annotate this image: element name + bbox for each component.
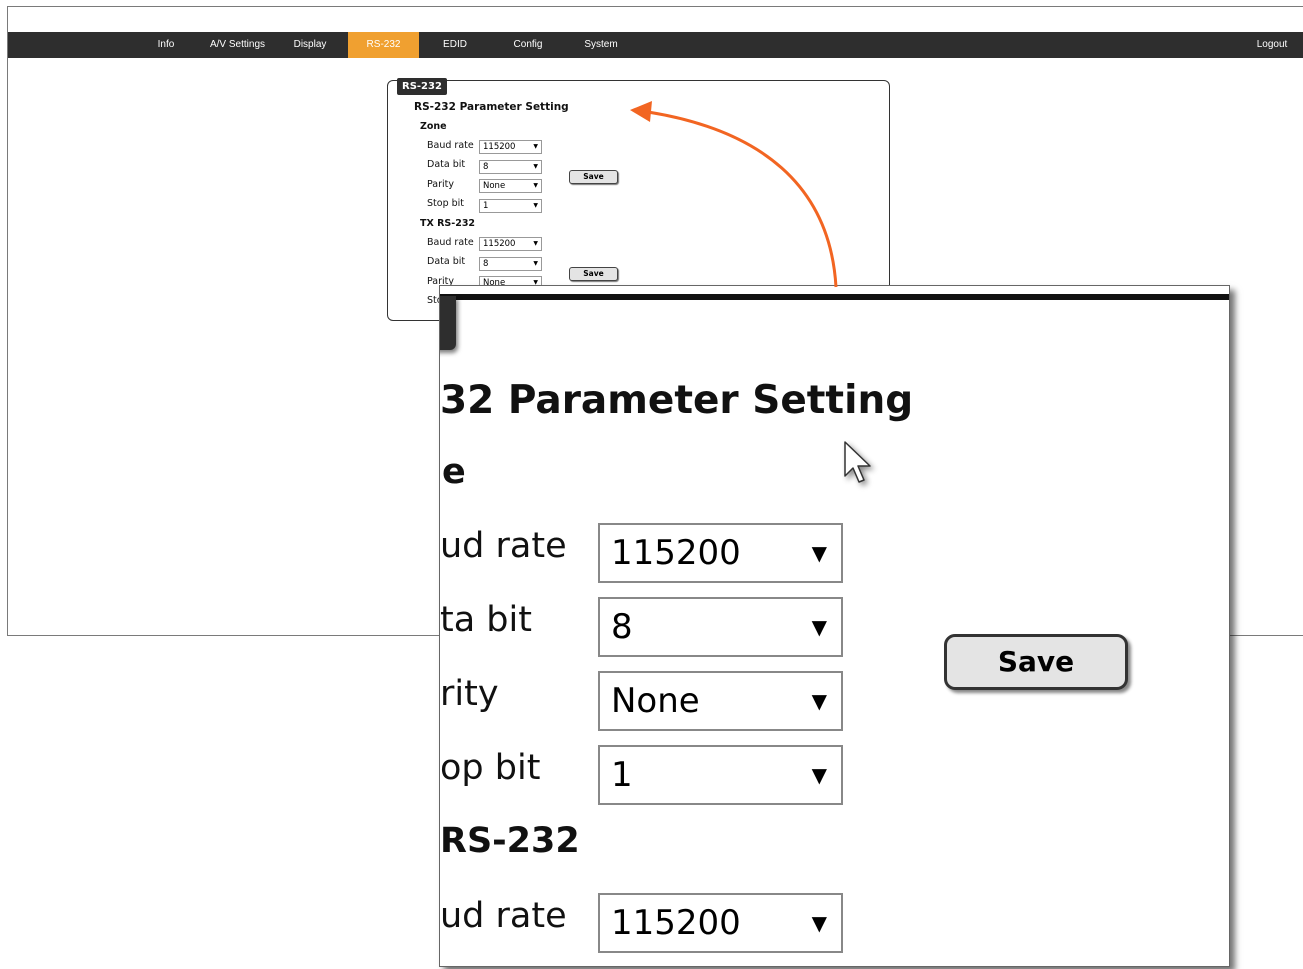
logout-link[interactable]: Logout [1252,32,1292,58]
zone-stop-select[interactable]: 1 ▼ [479,199,542,213]
chevron-down-icon: ▼ [533,163,538,170]
zone-parity-label: Parity [427,179,455,190]
chevron-down-icon: ▼ [533,182,538,189]
zoom-baud2-label: ud rate [440,896,567,936]
zoom-stop-label: op bit [440,748,541,788]
zoom-panel-tab [440,296,456,350]
zoom-parity-select[interactable]: None ▼ [598,671,843,731]
zone-baud-value: 115200 [483,142,516,152]
chevron-down-icon: ▼ [533,260,538,267]
zoom-stop-value: 1 [611,755,633,795]
zoom-callout: 32 Parameter Setting e ud rate 115200 ▼ t… [439,285,1230,967]
zone-parity-select[interactable]: None ▼ [479,179,542,193]
zone-stop-label: Stop bit [427,198,465,209]
zone-baud-label: Baud rate [427,140,474,151]
zoom-data-value: 8 [611,607,633,647]
zoom-data-label: ta bit [440,600,532,640]
tx-data-select[interactable]: 8 ▼ [479,257,542,271]
nav-config[interactable]: Config [508,32,548,58]
zone-save-button[interactable]: Save [569,170,618,184]
tx-heading: TX RS-232 [420,218,476,229]
zoom-title: 32 Parameter Setting [440,378,914,423]
nav-info[interactable]: Info [148,32,184,58]
tx-baud-label: Baud rate [427,237,474,248]
zoom-baud-value: 115200 [611,533,741,573]
chevron-down-icon: ▼ [811,689,827,713]
chevron-down-icon: ▼ [533,240,538,247]
chevron-down-icon: ▼ [533,143,538,150]
nav-rs232[interactable]: RS-232 [348,32,419,58]
tx-save-button[interactable]: Save [569,267,618,281]
zoom-data-select[interactable]: 8 ▼ [598,597,843,657]
zone-stop-value: 1 [483,201,489,211]
panel-title: RS-232 Parameter Setting [414,101,569,113]
nav-display[interactable]: Display [290,32,330,58]
tx-baud-select[interactable]: 115200 ▼ [479,237,542,251]
nav-system[interactable]: System [579,32,623,58]
zone-data-value: 8 [483,162,489,172]
zone-data-label: Data bit [427,159,466,170]
chevron-down-icon: ▼ [811,911,827,935]
zoom-save-button[interactable]: Save [944,634,1128,690]
tx-data-label: Data bit [427,256,466,267]
tx-data-value: 8 [483,259,489,269]
zone-heading: Zone [420,121,447,132]
chevron-down-icon: ▼ [811,615,827,639]
zoom-baud-label: ud rate [440,526,567,566]
zoom-baud2-value: 115200 [611,903,741,943]
chevron-down-icon: ▼ [533,202,538,209]
zoom-zone-heading: e [442,452,466,492]
zoom-baud2-select[interactable]: 115200 ▼ [598,893,843,953]
chevron-down-icon: ▼ [811,541,827,565]
nav-av-settings[interactable]: A/V Settings [206,32,269,58]
zone-parity-value: None [483,181,506,191]
zoom-parity-label: rity [440,674,499,714]
zoom-tx-heading: RS-232 [440,821,580,861]
top-navbar: Info A/V Settings Display RS-232 EDID Co… [8,32,1303,58]
zoom-stop-select[interactable]: 1 ▼ [598,745,843,805]
nav-edid[interactable]: EDID [436,32,474,58]
mouse-pointer-icon [844,441,871,483]
zoom-baud-select[interactable]: 115200 ▼ [598,523,843,583]
zone-data-select[interactable]: 8 ▼ [479,160,542,174]
tx-baud-value: 115200 [483,239,516,249]
zoom-parity-value: None [611,681,700,721]
panel-tab-label: RS-232 [397,78,447,95]
zone-baud-select[interactable]: 115200 ▼ [479,140,542,154]
chevron-down-icon: ▼ [811,763,827,787]
zoom-panel-border [440,294,1229,300]
